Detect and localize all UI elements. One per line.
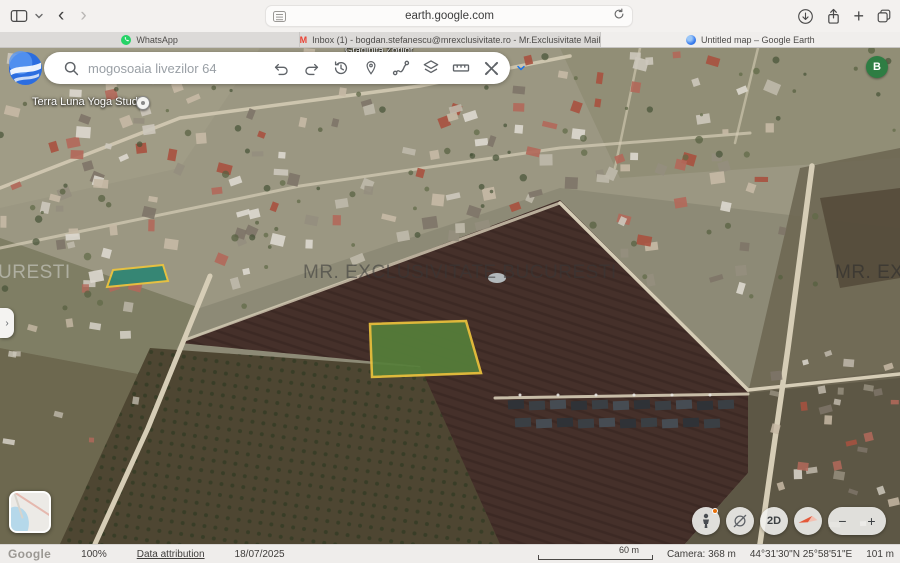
page-settings-icon[interactable] — [273, 11, 286, 22]
historical-imagery-icon[interactable] — [326, 54, 356, 82]
zoom-percent: 100% — [81, 549, 107, 560]
sidebar-icon[interactable] — [10, 5, 28, 27]
overview-minimap[interactable] — [9, 491, 51, 533]
highlighted-plot-main[interactable] — [370, 321, 481, 377]
zoom-control: − + — [828, 507, 886, 535]
whatsapp-icon — [121, 35, 131, 45]
tab-google-earth[interactable]: Untitled map – Google Earth — [601, 32, 900, 47]
address-bar[interactable]: earth.google.com — [265, 5, 633, 27]
scale-label: 60 m — [619, 545, 639, 555]
downloads-icon[interactable] — [797, 5, 814, 27]
url-text: earth.google.com — [286, 10, 613, 22]
chevron-down-icon[interactable] — [34, 5, 44, 27]
plot-overlays — [0, 48, 900, 544]
tab-label: Inbox (1) - bogdan.stefanescu@mrexclusiv… — [312, 35, 600, 45]
search-input[interactable] — [86, 60, 266, 77]
zoom-in-button[interactable]: + — [857, 513, 886, 529]
search-icon[interactable] — [56, 54, 86, 82]
share-icon[interactable] — [826, 5, 841, 27]
gmail-icon: M — [300, 35, 307, 45]
ground-elevation: 101 m — [866, 549, 894, 560]
pegman-badge — [712, 508, 718, 514]
tab-label: Untitled map – Google Earth — [701, 35, 815, 45]
map-scale-bar: 60 m — [538, 547, 653, 561]
tab-mail[interactable]: M Inbox (1) - bogdan.stefanescu@mrexclus… — [300, 32, 600, 47]
earth-icon — [686, 35, 696, 45]
tab-overview-icon[interactable] — [876, 5, 892, 27]
browser-toolbar: ‹ › earth.google.com + — [0, 0, 900, 32]
reload-icon[interactable] — [613, 7, 625, 25]
2d-toggle-button[interactable]: 2D — [760, 507, 788, 535]
account-avatar[interactable]: B — [866, 56, 888, 78]
measure-ruler-icon[interactable] — [446, 54, 476, 82]
map-controls: 2D − + — [692, 507, 886, 535]
tab-bar: WhatsApp M Inbox (1) - bogdan.stefanescu… — [0, 32, 900, 48]
cursor-coordinates: 44°31'30"N 25°58'51"E — [750, 549, 852, 560]
tab-whatsapp[interactable]: WhatsApp — [0, 32, 300, 47]
toggle-visibility-button[interactable] — [726, 507, 754, 535]
redo-icon[interactable] — [296, 54, 326, 82]
tools-icon[interactable] — [476, 54, 506, 82]
compass-button[interactable] — [794, 507, 822, 535]
street-view-pegman-button[interactable] — [692, 507, 720, 535]
undo-icon[interactable] — [266, 54, 296, 82]
new-tab-icon[interactable]: + — [853, 5, 864, 27]
highlighted-plot-small[interactable] — [107, 265, 168, 287]
panel-chevron-icon: › — [5, 318, 8, 329]
google-earth-logo[interactable] — [8, 51, 43, 86]
placemark-pin-icon[interactable] — [356, 54, 386, 82]
panel-expand-handle[interactable]: › — [0, 308, 14, 338]
google-logo: Google — [8, 547, 51, 561]
toolbar-chevron-down-icon[interactable] — [506, 54, 536, 82]
zoom-out-button[interactable]: − — [828, 513, 857, 529]
camera-altitude: Camera: 368 m — [667, 549, 736, 560]
imagery-date: 18/07/2025 — [235, 549, 285, 560]
forward-button[interactable]: › — [80, 5, 86, 27]
status-bar: Google 100% Data attribution 18/07/2025 … — [0, 544, 900, 563]
layers-icon[interactable] — [416, 54, 446, 82]
poi-label: Terra Luna Yoga Studio — [32, 96, 146, 108]
earth-toolbar — [44, 52, 510, 84]
poi-marker-icon[interactable] — [136, 96, 150, 110]
data-attribution-link[interactable]: Data attribution — [137, 549, 205, 560]
scale-bracket — [538, 555, 653, 560]
map-viewport[interactable]: URESTI MR. EXCLUSIVITATE BUCURESTI MR. E… — [0, 48, 900, 544]
back-button[interactable]: ‹ — [58, 5, 64, 27]
draw-path-icon[interactable] — [386, 54, 416, 82]
tab-label: WhatsApp — [136, 35, 178, 45]
